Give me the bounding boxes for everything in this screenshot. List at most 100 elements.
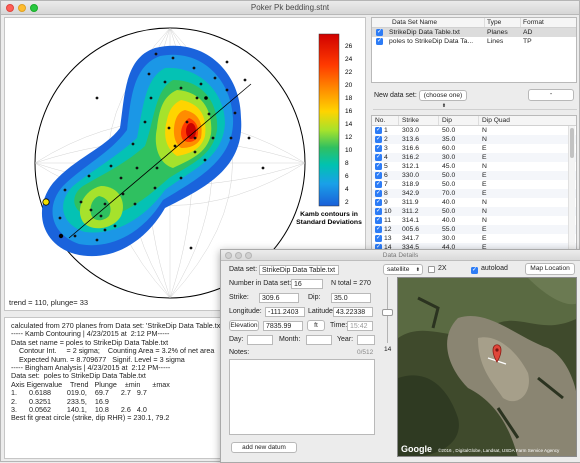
- row-visible-checkbox[interactable]: ✓: [375, 208, 382, 215]
- row-visible-checkbox[interactable]: ✓: [375, 172, 382, 179]
- data-row[interactable]: ✓ 7 318.9 50.0 E: [372, 180, 576, 189]
- colorbar-tick: 8: [345, 160, 349, 167]
- add-datum-button[interactable]: add new datum: [231, 442, 297, 453]
- data-row[interactable]: ✓ 12 005.6 55.0 E: [372, 225, 576, 234]
- details-title-bar: Data Details: [221, 250, 580, 261]
- elevation-field[interactable]: 7835.99: [263, 321, 303, 331]
- datasets-col-type[interactable]: Type: [484, 18, 520, 27]
- data-row[interactable]: ✓ 2 313.6 35.0 N: [372, 135, 576, 144]
- day-field[interactable]: [247, 335, 273, 345]
- autoload-checkbox[interactable]: ✓: [471, 267, 478, 274]
- elevation-button[interactable]: Elevation: [229, 320, 259, 331]
- data-col-strike[interactable]: Strike: [398, 116, 438, 125]
- data-col-dip[interactable]: Dip: [438, 116, 478, 125]
- zoom-slider-thumb[interactable]: [382, 309, 393, 316]
- maximize-window-icon[interactable]: [30, 4, 38, 12]
- data-row[interactable]: ✓ 5 312.1 45.0 N: [372, 162, 576, 171]
- dip-field[interactable]: 35.0: [331, 293, 371, 303]
- latitude-field[interactable]: 43.22338: [333, 307, 373, 317]
- row-visible-checkbox[interactable]: ✓: [375, 190, 382, 197]
- colorbar-tick: 22: [345, 69, 353, 76]
- main-window: Poker Pk bedding.stnt 26 24 22 20 18 16 …: [0, 0, 580, 463]
- datasets-header-row: Data Set Name Type Format: [372, 18, 576, 28]
- row-visible-checkbox[interactable]: ✓: [375, 145, 382, 152]
- strike-field[interactable]: 309.6: [259, 293, 299, 303]
- row-visible-checkbox[interactable]: ✓: [375, 199, 382, 206]
- minimize-window-icon[interactable]: [235, 252, 242, 259]
- data-row[interactable]: ✓ 13 341.7 30.0 E: [372, 234, 576, 243]
- datasets-row[interactable]: ✓ StrikeDip Data Table.txt Planes AD: [372, 28, 576, 37]
- dataset-visible-checkbox[interactable]: ✓: [376, 29, 383, 36]
- row-visible-checkbox[interactable]: ✓: [375, 136, 382, 143]
- notes-count: 0/512: [357, 349, 374, 356]
- data-table-scrollbar[interactable]: [568, 126, 575, 254]
- row-dip: 50.0: [442, 172, 456, 179]
- data-table[interactable]: No. Strike Dip Dip Quad ✓ 1 303.0 50.0 N ✓ 2 31…: [371, 115, 577, 255]
- colorbar-ticks: 26 24 22 20 18 16 14 12 10 8 6 4 2: [345, 43, 353, 206]
- maximize-window-icon[interactable]: [245, 252, 252, 259]
- datasets-col-name[interactable]: Data Set Name: [392, 18, 484, 27]
- colorbar-tick: 20: [345, 82, 353, 89]
- close-window-icon[interactable]: [6, 4, 14, 12]
- divider: [373, 109, 577, 110]
- scrollbar-thumb[interactable]: [570, 128, 574, 158]
- new-dataset-label: New data set:: [374, 92, 417, 99]
- data-row[interactable]: ✓ 9 311.9 40.0 N: [372, 198, 576, 207]
- longitude-field[interactable]: -111.2403: [265, 307, 305, 317]
- colorbar: [318, 33, 340, 207]
- dataset-visible-checkbox[interactable]: ✓: [376, 38, 383, 45]
- year-field[interactable]: [357, 335, 375, 345]
- datasets-table[interactable]: Data Set Name Type Format ✓ StrikeDip Da…: [371, 17, 577, 83]
- colorbar-tick: 24: [345, 56, 353, 63]
- new-dataset-select[interactable]: (choose one) ⬍: [419, 90, 467, 109]
- row-strike: 341.7: [402, 235, 420, 242]
- zoom-2x-label: 2X: [438, 265, 447, 272]
- row-dip: 40.0: [442, 217, 456, 224]
- datasets-col-format[interactable]: Format: [520, 18, 560, 27]
- zoom-2x-checkbox[interactable]: [428, 266, 435, 273]
- year-label: Year:: [337, 336, 354, 343]
- row-visible-checkbox[interactable]: ✓: [375, 235, 382, 242]
- dataset-field[interactable]: StrikeDip Data Table.txt: [259, 265, 339, 275]
- remove-dataset-button[interactable]: -: [528, 89, 574, 101]
- eigenvector-marker: [204, 96, 208, 100]
- row-visible-checkbox[interactable]: ✓: [375, 154, 382, 161]
- row-visible-checkbox[interactable]: ✓: [375, 217, 382, 224]
- notes-textarea[interactable]: [229, 359, 375, 435]
- colorbar-tick: 26: [345, 43, 353, 50]
- chevron-updown-icon: ⬍: [415, 267, 420, 273]
- day-label: Day:: [229, 336, 244, 343]
- data-row[interactable]: ✓ 10 311.2 50.0 N: [372, 207, 576, 216]
- row-dipquad: E: [482, 181, 487, 188]
- datasets-row[interactable]: ✓ poles to StrikeDip Data Ta... Lines TP: [372, 37, 576, 46]
- row-strike: 316.6: [402, 145, 420, 152]
- row-dipquad: E: [482, 190, 487, 197]
- month-field[interactable]: [306, 335, 332, 345]
- row-dipquad: E: [482, 145, 487, 152]
- row-visible-checkbox[interactable]: ✓: [375, 181, 382, 188]
- data-row[interactable]: ✓ 8 342.9 70.0 E: [372, 189, 576, 198]
- data-rows: ✓ 1 303.0 50.0 N ✓ 2 313.6 35.0 N ✓ 3 316.6 60.0 E ✓ 4 31…: [372, 126, 576, 254]
- elevation-unit-select[interactable]: ft: [307, 320, 325, 331]
- row-visible-checkbox[interactable]: ✓: [375, 163, 382, 170]
- data-col-no[interactable]: No.: [372, 116, 398, 125]
- number-field[interactable]: 16: [291, 279, 323, 289]
- close-window-icon[interactable]: [225, 252, 232, 259]
- satellite-map[interactable]: Google ©2016 , DigitalGlobe, Landsat, US…: [397, 277, 577, 457]
- data-row[interactable]: ✓ 3 316.6 60.0 E: [372, 144, 576, 153]
- map-location-button[interactable]: Map Location: [525, 263, 575, 275]
- time-field[interactable]: 15:42: [347, 321, 373, 331]
- data-row[interactable]: ✓ 6 330.0 50.0 E: [372, 171, 576, 180]
- data-col-dipquad[interactable]: Dip Quad: [478, 116, 538, 125]
- row-visible-checkbox[interactable]: ✓: [375, 127, 382, 134]
- data-row[interactable]: ✓ 1 303.0 50.0 N: [372, 126, 576, 135]
- data-row[interactable]: ✓ 4 316.2 30.0 E: [372, 153, 576, 162]
- data-row[interactable]: ✓ 11 314.1 40.0 N: [372, 216, 576, 225]
- row-strike: 311.2: [402, 208, 419, 215]
- minimize-window-icon[interactable]: [18, 4, 26, 12]
- row-visible-checkbox[interactable]: ✓: [375, 226, 382, 233]
- row-dipquad: N: [482, 127, 487, 134]
- map-type-select[interactable]: satellite ⬍: [383, 264, 423, 275]
- dataset-name: poles to StrikeDip Data Ta...: [389, 38, 474, 45]
- row-no: 5: [384, 163, 388, 170]
